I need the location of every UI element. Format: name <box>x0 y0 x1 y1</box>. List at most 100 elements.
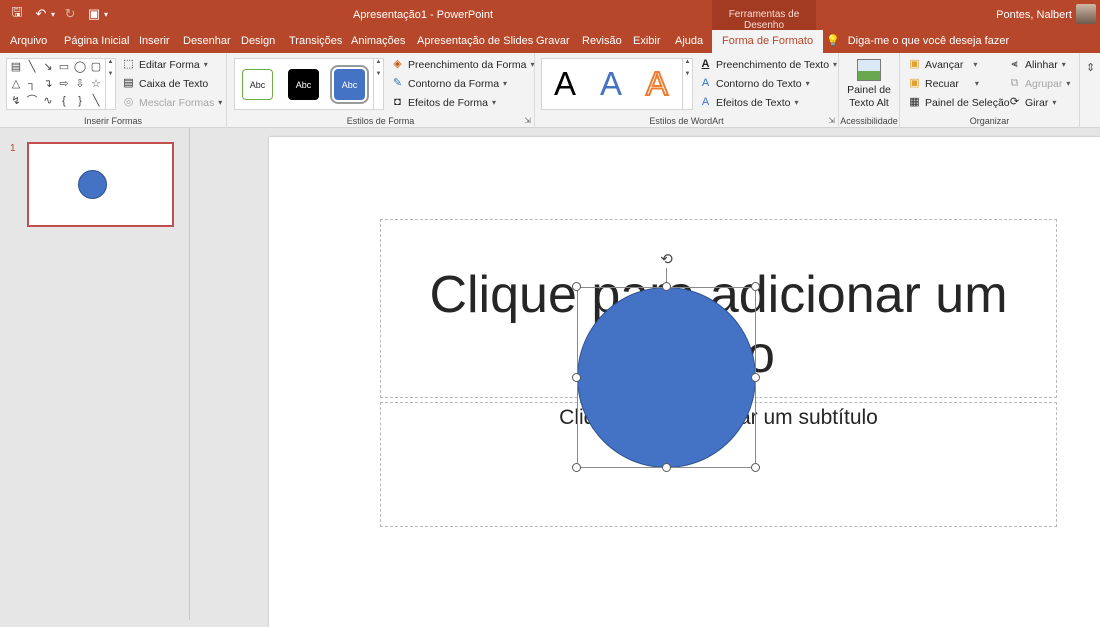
tab-design[interactable]: Design <box>241 35 275 47</box>
bring-forward-button[interactable]: ▣ Avançar ▾ <box>908 58 977 71</box>
send-backward-icon: ▣ <box>909 77 920 89</box>
selection-box <box>577 287 756 468</box>
triangle-shape-icon[interactable]: △ <box>9 77 23 91</box>
text-outline-button[interactable]: A Contorno do Texto ▾ <box>699 77 810 90</box>
star-shape-icon[interactable]: ☆ <box>89 77 103 91</box>
group-insert-shapes: ▤ ╲ ↘ ▭ ◯ ▢ △ ┐ ↴ ⇨ ⇩ ☆ ↯ ⌒ ∿ { } ╲ ▲ ▼ ⬚… <box>0 53 227 128</box>
wordart-preset-orange[interactable]: A <box>645 64 669 103</box>
rotate-button[interactable]: ⟳ Girar ▾ <box>1008 96 1056 109</box>
resize-handle-top-left[interactable] <box>572 282 581 291</box>
title-bar: 🖫 ↶ ▾ ↻ ▣ ▾ Apresentação1 - PowerPoint F… <box>0 0 1100 31</box>
group-label: Inserir Formas <box>83 116 142 126</box>
right-brace-shape-icon[interactable]: } <box>73 94 87 108</box>
send-backward-button[interactable]: ▣ Recuar ▾ <box>908 77 979 90</box>
chevron-down-icon: ▾ <box>218 98 223 107</box>
down-arrow-shape-icon[interactable]: ⇩ <box>73 77 87 91</box>
shape-effects-button[interactable]: ◘ Efeitos de Forma ▾ <box>391 96 496 109</box>
text-effects-button[interactable]: A Efeitos de Texto ▾ <box>699 96 799 109</box>
group-label: Acessibilidade <box>840 116 898 126</box>
align-button[interactable]: ⫷ Alinhar ▾ <box>1008 58 1066 71</box>
size-group-icon[interactable]: ⇕ <box>1086 61 1100 74</box>
chevron-down-icon: ▾ <box>203 60 208 69</box>
pen-icon: ✎ <box>392 77 403 89</box>
rotate-handle-icon[interactable]: ⟲ <box>658 251 675 268</box>
tab-animacoes[interactable]: Animações <box>351 35 405 47</box>
style-preset-dark[interactable]: Abc <box>288 69 319 100</box>
tab-pagina-inicial[interactable]: Página Inicial <box>64 35 129 47</box>
left-brace-shape-icon[interactable]: { <box>57 94 71 108</box>
rectangle-shape-icon[interactable]: ▭ <box>57 60 71 74</box>
bring-forward-icon: ▣ <box>909 58 920 70</box>
line-shape-icon[interactable]: ╲ <box>25 60 39 74</box>
resize-handle-bottom-left[interactable] <box>572 463 581 472</box>
chevron-down-icon: ▾ <box>491 98 496 107</box>
resize-handle-top[interactable] <box>662 282 671 291</box>
shape-outline-button[interactable]: ✎ Contorno da Forma ▾ <box>391 77 507 90</box>
textbox-shape-icon[interactable]: ▤ <box>9 60 23 74</box>
chevron-down-icon: ▾ <box>805 79 810 88</box>
text-fill-button[interactable]: A Preenchimento de Texto ▾ <box>699 58 838 71</box>
resize-handle-bottom-right[interactable] <box>751 463 760 472</box>
tab-gravar[interactable]: Gravar <box>536 35 570 47</box>
gallery-scroll-icon[interactable]: ▲ ▼ <box>105 59 115 109</box>
elbow-arrow-icon[interactable]: ↴ <box>41 77 55 91</box>
arc-shape-icon[interactable]: ⌒ <box>25 94 39 108</box>
wordart-gallery[interactable]: A A A ▲ ▼ <box>541 58 693 110</box>
style-preset-outline[interactable]: Abc <box>242 69 273 100</box>
tab-arquivo[interactable]: Arquivo <box>10 35 47 47</box>
arrow-line-shape-icon[interactable]: ↘ <box>41 60 55 74</box>
resize-handle-top-right[interactable] <box>751 282 760 291</box>
freeform-shape-icon[interactable]: ↯ <box>9 94 23 108</box>
diagonal-line-icon[interactable]: ╲ <box>89 94 103 108</box>
chevron-down-icon: ▾ <box>1052 98 1057 107</box>
shape-fill-button[interactable]: ◈ Preenchimento da Forma ▾ <box>391 58 534 71</box>
shapes-gallery[interactable]: ▤ ╲ ↘ ▭ ◯ ▢ △ ┐ ↴ ⇨ ⇩ ☆ ↯ ⌒ ∿ { } ╲ ▲ ▼ <box>6 58 116 110</box>
tab-exibir[interactable]: Exibir <box>633 35 661 47</box>
text-box-button[interactable]: ▤ Caixa de Texto <box>122 77 208 90</box>
curve-shape-icon[interactable]: ∿ <box>41 94 55 108</box>
elbow-connector-icon[interactable]: ┐ <box>25 77 39 91</box>
alt-text-pane-button[interactable]: Painel de Texto Alt <box>839 59 899 110</box>
selection-pane-button[interactable]: ▦ Painel de Seleção <box>908 96 1009 109</box>
text-fill-icon: A <box>701 58 710 70</box>
gallery-scroll-icon[interactable]: ▲ ▼ <box>682 59 692 109</box>
paint-bucket-icon: ◈ <box>393 58 402 70</box>
wordart-preset-blue[interactable]: A <box>600 65 622 103</box>
align-icon: ⫷ <box>1011 58 1018 70</box>
user-name[interactable]: Pontes, Nalbert <box>996 9 1072 21</box>
rounded-rect-shape-icon[interactable]: ▢ <box>89 60 103 74</box>
edit-shape-button[interactable]: ⬚ Editar Forma ▾ <box>122 58 208 71</box>
slide-thumbnail-pane[interactable]: 1 <box>0 128 190 620</box>
thumbnail-circle-shape <box>78 170 107 199</box>
avatar[interactable] <box>1076 4 1096 24</box>
group-arrange: ▣ Avançar ▾ ▣ Recuar ▾ ▦ Painel de Seleç… <box>900 53 1080 128</box>
group-label: Organizar <box>969 116 1010 126</box>
tab-apresentacao[interactable]: Apresentação de Slides <box>417 35 533 47</box>
slide-canvas[interactable]: Clique para adicionar um título Clique p… <box>269 137 1100 627</box>
tab-transicoes[interactable]: Transições <box>289 35 342 47</box>
wordart-preset-black[interactable]: A <box>554 65 576 103</box>
tab-forma-de-formato[interactable]: Forma de Formato <box>712 30 824 54</box>
tab-ajuda[interactable]: Ajuda <box>675 35 703 47</box>
chevron-down-icon: ▾ <box>503 79 508 88</box>
chevron-down-icon: ▾ <box>1066 79 1071 88</box>
shape-effects-icon: ◘ <box>394 96 401 108</box>
style-preset-blue[interactable]: Abc <box>330 65 369 104</box>
tab-desenhar[interactable]: Desenhar <box>183 35 231 47</box>
group-objects-button: ⧉ Agrupar ▾ <box>1008 77 1071 90</box>
slide-thumbnail[interactable] <box>27 142 174 227</box>
tell-me-box[interactable]: 💡 Diga-me o que você deseja fazer <box>826 34 1009 48</box>
right-arrow-shape-icon[interactable]: ⇨ <box>57 77 71 91</box>
resize-handle-left[interactable] <box>572 373 581 382</box>
tab-inserir[interactable]: Inserir <box>139 35 170 47</box>
resize-handle-bottom[interactable] <box>662 463 671 472</box>
chevron-down-icon: ▾ <box>1061 60 1066 69</box>
dialog-launcher-icon[interactable]: ⇲ <box>828 116 835 125</box>
dialog-launcher-icon[interactable]: ⇲ <box>524 116 531 125</box>
shape-style-gallery[interactable]: Abc Abc Abc ▲ ▼ <box>234 58 384 110</box>
resize-handle-right[interactable] <box>751 373 760 382</box>
oval-shape-icon[interactable]: ◯ <box>73 60 87 74</box>
group-label: Estilos de Forma <box>346 116 415 126</box>
gallery-scroll-icon[interactable]: ▲ ▼ <box>373 59 383 109</box>
tab-revisao[interactable]: Revisão <box>582 35 622 47</box>
